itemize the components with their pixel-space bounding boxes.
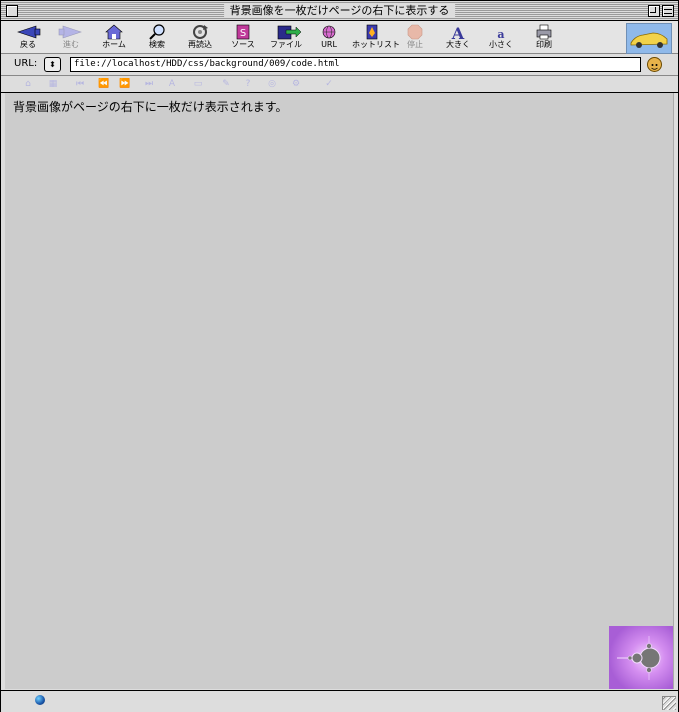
globe-status-icon xyxy=(35,695,45,705)
print-icon xyxy=(536,24,552,40)
nav-home-icon[interactable]: ⌂ xyxy=(21,78,35,90)
nav-check-icon[interactable]: ✓ xyxy=(322,78,336,90)
collapse-box-icon[interactable] xyxy=(662,5,674,17)
url-bar: URL: ⬍ xyxy=(1,54,678,76)
stop-button[interactable]: 停止 xyxy=(395,23,435,53)
print-button[interactable]: 印刷 xyxy=(524,23,564,53)
smaller-text-label: 小さく xyxy=(489,40,513,49)
toolbar: 戻る 進む ホーム 検索 再読込 S ソース ファイル URL ホットリスト 停… xyxy=(1,21,678,54)
zoom-box-icon[interactable] xyxy=(648,5,660,17)
back-button[interactable]: 戻る xyxy=(8,23,48,53)
hotlist-button[interactable]: ホットリスト xyxy=(352,23,400,53)
nav-edit-icon[interactable]: ✎ xyxy=(219,78,233,90)
nav-search-icon[interactable]: ◎ xyxy=(265,78,279,90)
home-label: ホーム xyxy=(102,40,126,49)
nav-settings-icon[interactable]: ⚙ xyxy=(289,78,303,90)
file-label: ファイル xyxy=(270,40,302,49)
url-button[interactable]: URL xyxy=(309,23,349,53)
car-logo-icon[interactable] xyxy=(626,23,672,54)
page-content: 背景画像がページの右下に一枚だけ表示されます。 xyxy=(5,93,674,689)
print-label: 印刷 xyxy=(536,40,552,49)
search-label: 検索 xyxy=(149,40,165,49)
page-navigation-bar: ⌂ ▦ ⏮ ⏪ ⏩ ⏭ A ▭ ✎ ? ◎ ⚙ ✓ xyxy=(1,76,678,93)
title-bar[interactable]: 背景画像を一枚だけページの右下に表示する xyxy=(1,1,678,21)
url-field-label: URL: xyxy=(14,58,38,69)
nav-prev-icon[interactable]: ⏪ xyxy=(97,78,111,90)
url-label: URL xyxy=(321,40,337,49)
forward-button[interactable]: 進む xyxy=(51,23,91,53)
forward-arrow-icon xyxy=(58,25,82,39)
text-smaller-icon: a xyxy=(497,28,504,40)
security-smiley-icon[interactable] xyxy=(647,57,662,72)
url-input[interactable] xyxy=(70,57,641,72)
reload-label: 再読込 xyxy=(188,40,212,49)
svg-text:a: a xyxy=(497,28,504,40)
nav-book-icon[interactable]: ▭ xyxy=(191,78,205,90)
hotlist-label: ホットリスト xyxy=(352,40,400,49)
stop-icon xyxy=(407,24,423,40)
nav-font-icon[interactable]: A xyxy=(165,78,179,90)
nav-first-icon[interactable]: ⏮ xyxy=(73,78,87,90)
close-box-icon[interactable] xyxy=(6,5,18,17)
bigger-text-label: 大きく xyxy=(446,40,470,49)
forward-label: 進む xyxy=(63,40,79,49)
back-arrow-icon xyxy=(17,25,41,39)
url-globe-icon xyxy=(322,25,336,39)
source-icon: S xyxy=(236,24,250,40)
search-button[interactable]: 検索 xyxy=(137,23,177,53)
hotlist-icon xyxy=(366,24,378,40)
nav-help-icon[interactable]: ? xyxy=(241,78,255,90)
back-label: 戻る xyxy=(20,40,36,49)
url-history-popup[interactable]: ⬍ xyxy=(44,57,61,72)
browser-window: 背景画像を一枚だけページの右下に表示する 戻る 進む ホーム 検索 再読込 S … xyxy=(0,0,679,712)
file-button[interactable]: ファイル xyxy=(266,23,306,53)
text-bigger-icon: A xyxy=(451,24,465,40)
reload-icon xyxy=(193,25,208,39)
resize-grip-icon[interactable] xyxy=(662,696,676,710)
page-text: 背景画像がページの右下に一枚だけ表示されます。 xyxy=(13,100,288,114)
smaller-text-button[interactable]: a 小さく xyxy=(481,23,521,53)
svg-text:S: S xyxy=(240,28,246,39)
nav-next-icon[interactable]: ⏩ xyxy=(118,78,132,90)
reload-button[interactable]: 再読込 xyxy=(180,23,220,53)
mandelbrot-fractal-image xyxy=(609,626,673,689)
search-icon xyxy=(149,24,165,40)
source-label: ソース xyxy=(231,40,255,49)
svg-text:A: A xyxy=(451,24,465,40)
window-title: 背景画像を一枚だけページの右下に表示する xyxy=(223,3,456,18)
nav-grid-icon[interactable]: ▦ xyxy=(46,78,60,90)
home-icon xyxy=(105,24,123,40)
bigger-text-button[interactable]: A 大きく xyxy=(438,23,478,53)
home-button[interactable]: ホーム xyxy=(94,23,134,53)
stop-label: 停止 xyxy=(407,40,423,49)
file-icon xyxy=(277,25,302,40)
status-bar xyxy=(1,690,678,712)
nav-last-icon[interactable]: ⏭ xyxy=(142,78,156,90)
source-button[interactable]: S ソース xyxy=(223,23,263,53)
